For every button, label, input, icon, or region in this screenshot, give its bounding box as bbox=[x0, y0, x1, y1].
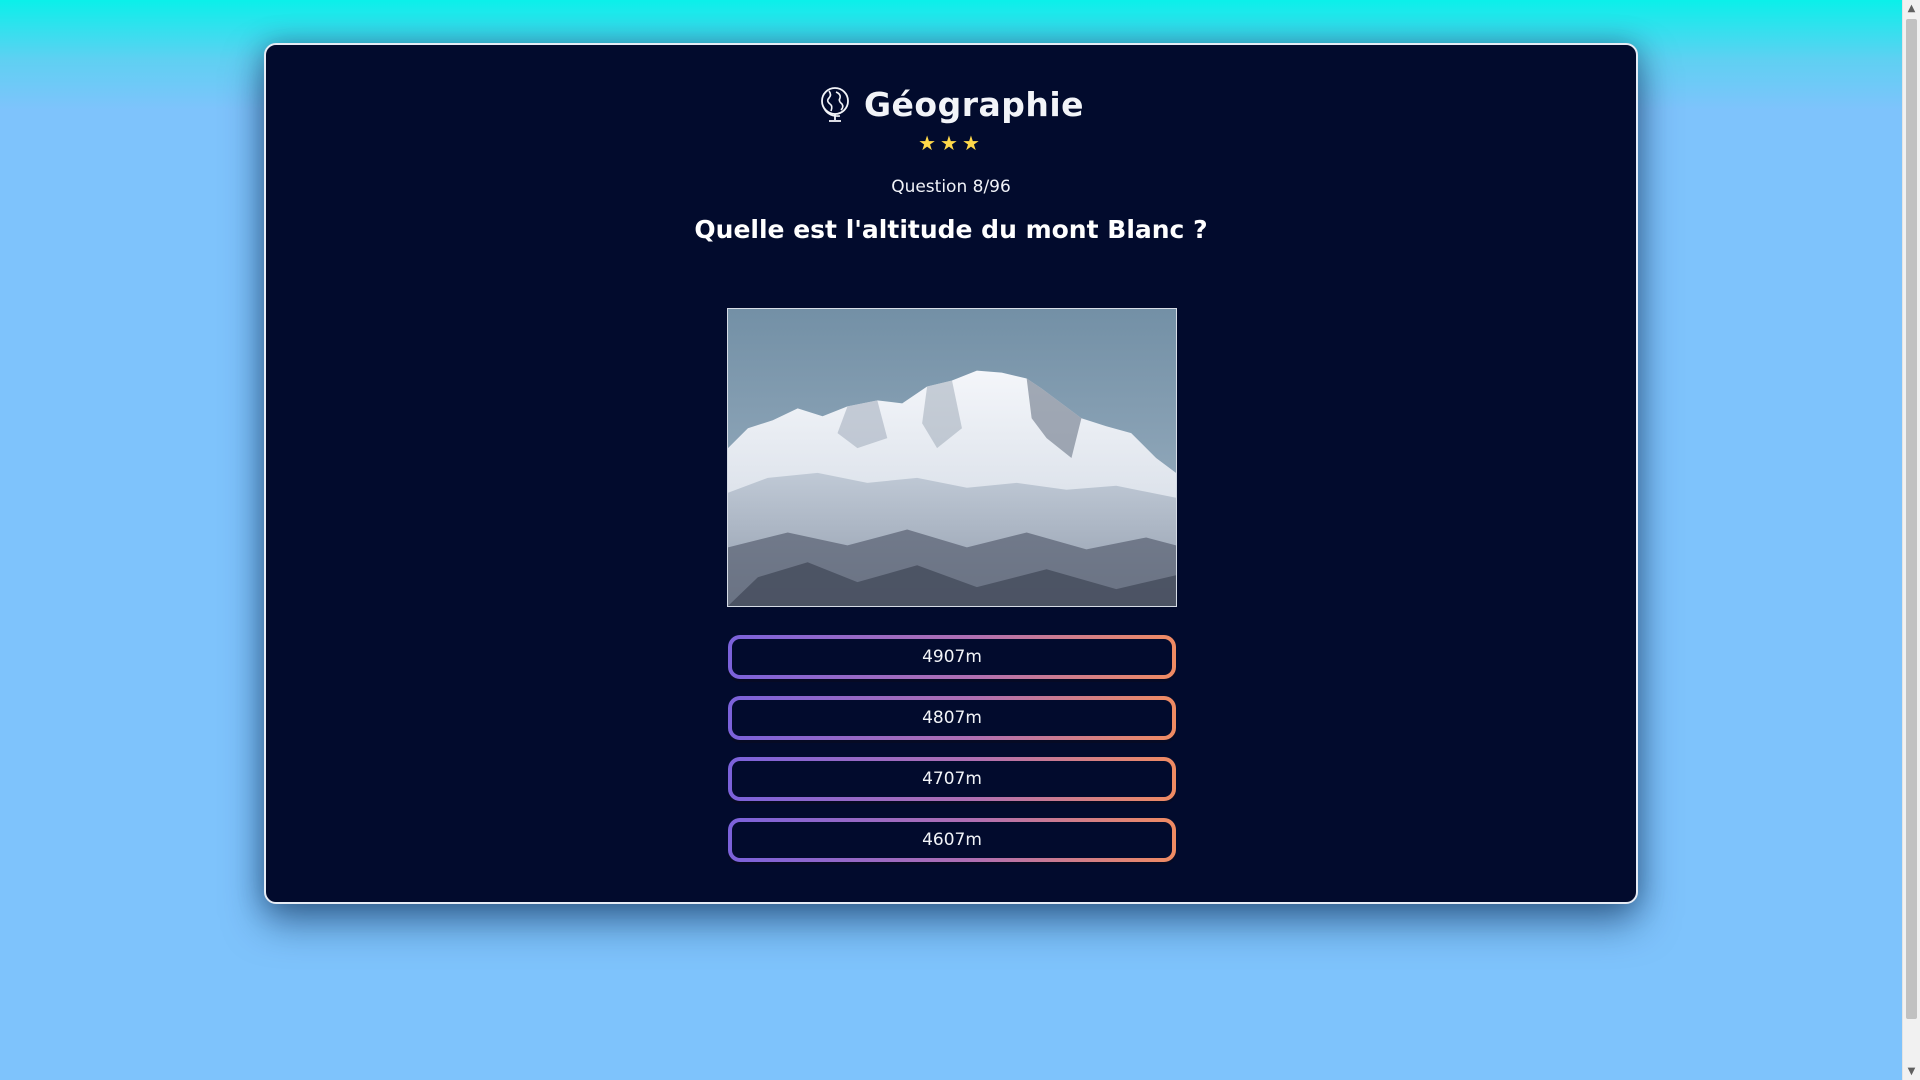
vertical-scrollbar[interactable]: ▲ ▼ bbox=[1902, 0, 1920, 1080]
answer-button-3[interactable]: 4707m bbox=[728, 757, 1176, 801]
answer-button-2[interactable]: 4807m bbox=[728, 696, 1176, 740]
globe-icon bbox=[818, 86, 852, 124]
answer-button-1[interactable]: 4907m bbox=[728, 635, 1176, 679]
scrollbar-thumb[interactable] bbox=[1906, 19, 1917, 1019]
scroll-down-icon[interactable]: ▼ bbox=[1903, 1063, 1920, 1080]
question-text: Quelle est l'altitude du mont Blanc ? bbox=[694, 215, 1208, 244]
difficulty-stars: ★★★ bbox=[918, 131, 984, 155]
page: Géographie ★★★ Question 8/96 Quelle est … bbox=[0, 0, 1902, 1080]
answer-button-4[interactable]: 4607m bbox=[728, 818, 1176, 862]
answer-label: 4607m bbox=[732, 822, 1172, 858]
category-title: Géographie bbox=[863, 85, 1085, 124]
question-image bbox=[727, 308, 1177, 607]
answer-list: 4907m 4807m 4707m 4607m bbox=[728, 635, 1176, 879]
scroll-up-icon[interactable]: ▲ bbox=[1903, 0, 1920, 17]
answer-label: 4907m bbox=[732, 639, 1172, 675]
question-counter: Question 8/96 bbox=[891, 177, 1011, 197]
answer-label: 4807m bbox=[732, 700, 1172, 736]
answer-label: 4707m bbox=[732, 761, 1172, 797]
quiz-card: Géographie ★★★ Question 8/96 Quelle est … bbox=[264, 43, 1638, 904]
category-header: Géographie bbox=[266, 85, 1636, 124]
